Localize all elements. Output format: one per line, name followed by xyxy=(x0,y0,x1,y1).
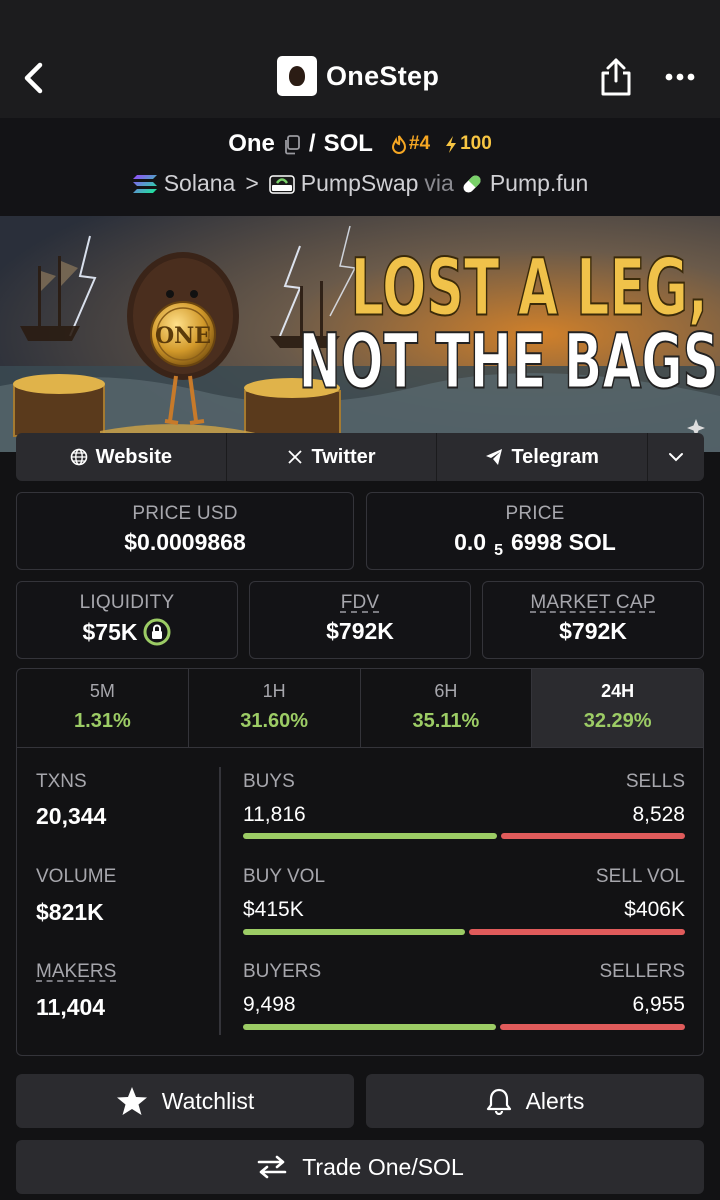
more-options-button[interactable] xyxy=(664,68,696,86)
chevron-left-icon xyxy=(24,62,43,94)
tab-1h[interactable]: 1H 31.60% xyxy=(189,669,361,747)
price-native-label: PRICE xyxy=(505,503,565,524)
price-zero-count: 5 xyxy=(494,541,504,559)
sell-vol-value: $406K xyxy=(624,898,685,921)
banner-headline-2: NOT THE BAGS! xyxy=(298,318,720,406)
back-button[interactable] xyxy=(18,58,52,98)
boost-badge: 100 xyxy=(444,133,492,155)
timeframe-tabs: 5M 1.31% 1H 31.60% 6H 35.11% 24H 32.29% xyxy=(16,668,704,748)
alerts-button[interactable]: Alerts xyxy=(366,1074,704,1128)
app-logo xyxy=(277,56,317,96)
website-link[interactable]: Website xyxy=(16,433,227,481)
project-banner: ONE LOST A LEG, NOT THE BAGS! xyxy=(0,216,720,452)
buys-label: BUYS xyxy=(243,771,295,792)
pair-header: One / SOL #4 100 Solana > PumpSwap via P… xyxy=(0,118,720,216)
buy-vol-bar xyxy=(243,929,465,935)
app-title: OneStep xyxy=(326,60,440,91)
txns-label: TXNS xyxy=(36,771,87,792)
buyers-label: BUYERS xyxy=(243,961,322,982)
chain-breadcrumb: Solana > PumpSwap via Pump.fun xyxy=(0,170,720,197)
telegram-icon xyxy=(486,449,503,465)
share-icon xyxy=(601,58,631,96)
banner-image: ONE LOST A LEG, NOT THE BAGS! xyxy=(0,216,720,452)
sells-bar xyxy=(501,833,685,839)
sell-vol-label: SELL VOL xyxy=(595,866,685,887)
share-button[interactable] xyxy=(598,56,634,98)
telegram-link[interactable]: Telegram xyxy=(437,433,649,481)
price-native-box: PRICE 0.0 5 6998 SOL xyxy=(366,492,704,570)
fdv-box: FDV $792K xyxy=(249,581,471,659)
app-title-group: OneStep xyxy=(277,56,439,96)
volume-value: $821K xyxy=(36,899,104,925)
tab-6h[interactable]: 6H 35.11% xyxy=(361,669,533,747)
swap-arrows-icon xyxy=(257,1155,287,1179)
tab-24h[interactable]: 24H 32.29% xyxy=(532,669,703,747)
buyers-value: 9,498 xyxy=(243,993,296,1016)
trending-rank-badge: #4 xyxy=(391,133,430,155)
price-usd-label: PRICE USD xyxy=(132,503,238,524)
solana-icon xyxy=(132,174,157,193)
fdv-value: $792K xyxy=(326,618,394,644)
launchpad-name[interactable]: Pump.fun xyxy=(490,170,588,197)
makers-label[interactable]: MAKERS xyxy=(36,961,116,983)
buys-value: 11,816 xyxy=(243,803,306,826)
transaction-stats-panel: TXNS 20,344 VOLUME $821K MAKERS 11,404 B… xyxy=(16,747,704,1056)
txns-value: 20,344 xyxy=(36,803,107,829)
sell-vol-bar xyxy=(469,929,685,935)
tab-5m[interactable]: 5M 1.31% xyxy=(17,669,189,747)
sells-value: 8,528 xyxy=(632,803,685,826)
bell-icon xyxy=(486,1088,511,1115)
watchlist-button[interactable]: Watchlist xyxy=(16,1074,354,1128)
pair-title: One / SOL #4 100 xyxy=(0,130,720,158)
copy-address-icon[interactable] xyxy=(283,134,301,155)
price-usd-box: PRICE USD $0.0009868 xyxy=(16,492,354,570)
globe-icon xyxy=(70,448,87,466)
social-links-bar: Website Twitter Telegram xyxy=(16,433,704,481)
more-links-button[interactable] xyxy=(648,433,704,481)
sells-label: SELLS xyxy=(625,771,685,792)
coin-text: ONE xyxy=(155,323,211,349)
x-logo-icon xyxy=(288,450,303,464)
liquidity-box: LIQUIDITY $75K xyxy=(16,581,238,659)
trade-button[interactable]: Trade One/SOL xyxy=(16,1140,704,1194)
flame-icon xyxy=(391,135,406,154)
top-bar: OneStep xyxy=(0,0,720,118)
liquidity-value: $75K xyxy=(82,618,138,645)
buy-vol-label: BUY VOL xyxy=(243,866,326,887)
pill-icon xyxy=(463,174,481,193)
pumpswap-icon xyxy=(269,174,295,194)
dex-name[interactable]: PumpSwap xyxy=(301,170,419,197)
market-cap-label[interactable]: MARKET CAP xyxy=(483,592,703,614)
buys-bar xyxy=(243,833,497,839)
chain-name[interactable]: Solana xyxy=(164,170,236,197)
market-cap-box: MARKET CAP $792K xyxy=(482,581,704,659)
buyers-bar xyxy=(243,1024,496,1030)
price-native-value: 0.0 5 6998 SOL xyxy=(454,529,616,559)
buy-vol-value: $415K xyxy=(243,898,304,921)
base-symbol: One xyxy=(228,130,275,157)
more-dots-icon xyxy=(665,73,695,81)
quote-symbol: SOL xyxy=(323,130,373,157)
volume-label: VOLUME xyxy=(36,866,117,887)
via-label: via xyxy=(424,170,454,196)
sellers-label: SELLERS xyxy=(599,961,685,982)
price-usd-value: $0.0009868 xyxy=(124,529,246,555)
liquidity-lock-icon[interactable] xyxy=(143,618,171,646)
pair-separator: / xyxy=(308,130,316,157)
sellers-value: 6,955 xyxy=(632,993,685,1016)
fdv-label[interactable]: FDV xyxy=(250,592,470,614)
sellers-bar xyxy=(500,1024,685,1030)
twitter-link[interactable]: Twitter xyxy=(227,433,438,481)
lightning-icon xyxy=(446,135,457,153)
market-cap-value: $792K xyxy=(559,618,627,644)
stats-divider xyxy=(219,767,221,1035)
star-icon xyxy=(116,1087,147,1115)
chevron-down-icon xyxy=(669,453,684,462)
makers-value: 11,404 xyxy=(36,994,106,1020)
breadcrumb-separator: > xyxy=(245,170,259,196)
liquidity-label: LIQUIDITY xyxy=(79,592,175,613)
